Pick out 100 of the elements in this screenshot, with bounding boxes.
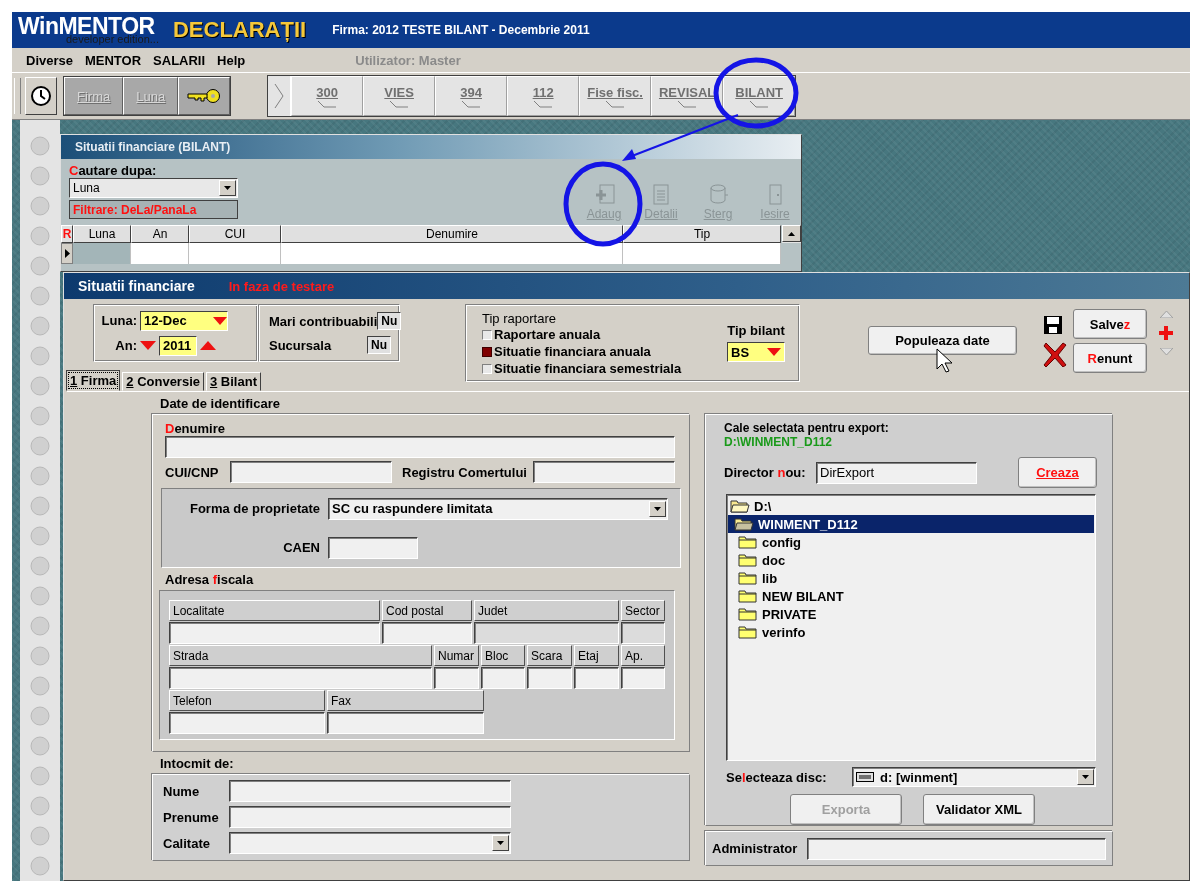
export-button[interactable]: Validator XML	[923, 794, 1035, 825]
radio-label[interactable]: Situatie financiara anuala	[494, 344, 651, 359]
key-icon[interactable]	[178, 77, 231, 115]
folder-icon	[738, 553, 758, 567]
cancel-icon[interactable]	[1043, 341, 1067, 367]
declaration-button[interactable]: 394	[435, 76, 508, 116]
column-header[interactable]: CUI	[189, 225, 281, 243]
year-field[interactable]: 2011	[159, 335, 197, 356]
path-label: Cale selectata pentru export:	[724, 421, 890, 435]
open-folder-icon	[730, 499, 750, 513]
radio-button[interactable]	[482, 329, 492, 340]
radio-label[interactable]: Situatie financiara semestriala	[494, 361, 682, 376]
cui-field[interactable]	[230, 461, 392, 483]
folder-item[interactable]: WINMENT_D112	[728, 515, 1094, 533]
field-label: Strada	[169, 645, 432, 666]
scrollbar[interactable]	[782, 225, 801, 243]
folder-item[interactable]: verinfo	[728, 623, 1094, 641]
column-header[interactable]: Denumire	[281, 225, 623, 243]
save-icon[interactable]	[1043, 315, 1063, 335]
save-button[interactable]: Salvez	[1073, 309, 1147, 339]
folder-item[interactable]: D:\	[728, 497, 1094, 515]
field-label: Judet	[474, 600, 619, 621]
populate-button[interactable]: Populeaza date	[868, 326, 1017, 355]
column-header[interactable]: Luna	[73, 225, 131, 243]
input-field[interactable]	[229, 780, 511, 802]
caen-field[interactable]	[328, 536, 418, 559]
input-field[interactable]	[481, 667, 525, 689]
balance-type-label: Tip bilant	[727, 323, 785, 338]
flag-field[interactable]: Nu	[367, 336, 391, 354]
input-field[interactable]	[169, 622, 380, 644]
table-cell[interactable]	[73, 243, 131, 264]
folder-icon	[738, 589, 758, 603]
declaration-button[interactable]: 112	[507, 76, 580, 116]
tab[interactable]: 3 Bilant	[206, 372, 261, 391]
table-cell[interactable]	[623, 243, 781, 264]
drive-icon	[856, 772, 874, 782]
input-field[interactable]	[327, 712, 484, 734]
declaration-button[interactable]: REVISAL	[651, 76, 724, 116]
add-icon[interactable]	[1159, 326, 1173, 340]
input-field[interactable]	[169, 712, 325, 734]
user-label: Utilizator: Master	[355, 52, 461, 68]
radio-button[interactable]	[482, 363, 492, 374]
column-header[interactable]: An	[131, 225, 189, 243]
folder-item[interactable]: NEW BILANT	[728, 587, 1094, 605]
field-label: Nume	[163, 783, 201, 799]
down-arrow-icon[interactable]	[213, 316, 227, 325]
menu-item[interactable]: Diverse	[26, 52, 73, 68]
folder-item[interactable]: config	[728, 533, 1094, 551]
balance-type-dropdown[interactable]: BS	[727, 342, 785, 362]
menu-item[interactable]: SALARII	[153, 52, 206, 68]
search-dropdown[interactable]: Luna	[69, 178, 238, 198]
column-header[interactable]: Tip	[623, 225, 781, 243]
table-cell[interactable]	[281, 243, 623, 264]
directory-field[interactable]: DirExport	[816, 461, 977, 484]
disk-dropdown[interactable]: d: [winment]	[852, 767, 1096, 787]
folder-item[interactable]: doc	[728, 551, 1094, 569]
declaration-button[interactable]: Fise fisc.	[579, 76, 652, 116]
tab[interactable]: 2 Conversie	[122, 372, 204, 391]
open-folder-icon	[734, 517, 754, 531]
up-arrow-icon[interactable]	[788, 231, 795, 236]
input-field[interactable]	[621, 667, 665, 689]
field-label: Forma de proprietate	[188, 501, 320, 516]
menu-item[interactable]: MENTOR	[85, 52, 142, 68]
administrator-field[interactable]	[807, 837, 1106, 860]
tab[interactable]: 1 Firma	[66, 370, 121, 391]
section-title: Intocmit de:	[160, 754, 235, 773]
field-label: Administrator	[712, 841, 798, 856]
field-label: Registru Comertului	[402, 464, 528, 480]
cursor-icon	[936, 348, 953, 373]
field-label: Sector	[621, 600, 665, 621]
input-field[interactable]	[527, 667, 572, 689]
clock-icon[interactable]	[25, 77, 57, 115]
folder-item[interactable]: lib	[728, 569, 1094, 587]
field-label: Cod postal	[382, 600, 472, 621]
name-field[interactable]	[165, 436, 675, 458]
month-label: Luna:	[100, 313, 138, 328]
radio-label[interactable]: Raportare anuala	[494, 327, 601, 342]
input-field[interactable]	[169, 667, 432, 689]
input-field[interactable]	[434, 667, 479, 689]
field-label: Etaj	[574, 645, 619, 666]
month-field[interactable]: 12-Dec	[140, 310, 228, 331]
declaration-button[interactable]: BILANT	[723, 76, 796, 116]
input-field[interactable]	[229, 806, 511, 828]
declaration-button[interactable]: 300	[291, 76, 364, 116]
table-cell[interactable]	[131, 243, 189, 264]
toolbar-grip[interactable]	[14, 78, 21, 114]
menu-item[interactable]: Help	[217, 52, 246, 68]
flag-field[interactable]: Nu	[377, 312, 402, 330]
ownership-dropdown[interactable]: SC cu raspundere limitata	[328, 497, 668, 520]
registry-field[interactable]	[533, 461, 675, 483]
table-cell[interactable]	[189, 243, 281, 264]
radio-button[interactable]	[482, 346, 492, 357]
cancel-button[interactable]: Renunt	[1073, 343, 1147, 373]
input-field[interactable]	[574, 667, 619, 689]
declaration-button[interactable]: VIES	[363, 76, 436, 116]
down-arrow-icon[interactable]	[140, 341, 156, 350]
folder-item[interactable]: PRIVATE	[728, 605, 1094, 623]
dropdown[interactable]	[229, 832, 511, 854]
down-arrow-icon[interactable]	[767, 348, 781, 356]
input-field[interactable]	[382, 622, 472, 644]
